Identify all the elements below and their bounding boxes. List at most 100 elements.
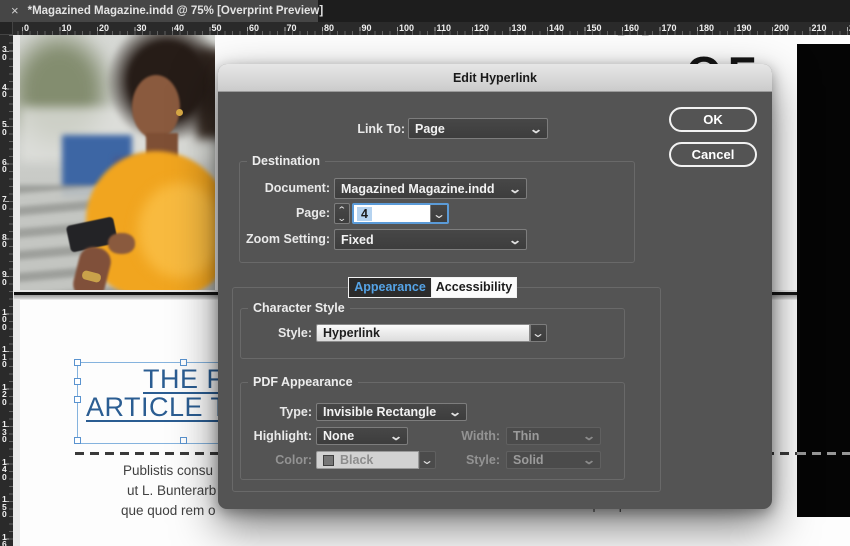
frame-handle-mid-left[interactable] [74,396,81,403]
width-label: Width: [461,429,500,443]
color-dropdown-button: ⌄ [419,451,436,469]
tab-appearance[interactable]: Appearance [349,278,431,297]
style-dropdown-button[interactable]: ⌄ [530,324,547,342]
document-tab[interactable]: × *Magazined Magazine.indd @ 75% [Overpr… [0,0,323,22]
pdf-appearance-group-label: PDF Appearance [248,375,358,389]
color-swatch-icon [323,454,334,466]
frame-handle-top-left[interactable] [74,359,81,366]
ruler-h-label: 110 [436,23,452,33]
frame-handle-top-mid[interactable] [180,359,187,366]
ruler-v-label: 3 0 [2,44,7,62]
zoom-setting-value: Fixed [341,232,374,247]
page-label: Page: [295,206,330,220]
ruler-h-label: 210 [811,23,827,33]
zoom-setting-label: Zoom Setting: [245,232,330,246]
photo-shirt-highlight [138,183,215,278]
chevron-down-icon: ⌄ [581,453,597,467]
link-to-dropdown[interactable]: Page ⌄ [408,118,548,139]
ruler-h-label: 70 [286,23,297,33]
stroke-style-value: Solid [513,453,544,467]
page-input-selected-text: 4 [357,206,372,221]
chevron-down-icon: ⌄ [528,121,544,136]
ruler-h-label: 190 [736,23,752,33]
type-label: Type: [279,405,312,419]
body-text-line: ut L. Bunterarb [127,483,217,498]
chevron-down-icon: ⌄ [388,429,404,443]
document-label: Document: [264,181,330,195]
ruler-v-label: 1 1 0 [2,344,7,369]
ruler-v-label: 7 0 [2,194,7,212]
color-dropdown: Black [316,451,419,469]
ruler-v-label: 1 5 0 [2,494,7,519]
ruler-vertical: 3 0 4 0 5 0 6 0 7 0 8 0 9 0 1 0 0 1 1 0 1 2 0 1 3 … [0,35,13,546]
highlight-value: None [323,429,355,443]
style-dropdown[interactable]: Hyperlink [316,324,530,342]
ruler-h-label: 40 [174,23,185,33]
ruler-h-label: 140 [549,23,565,33]
page-stepper[interactable]: ⌃ ⌄ [334,203,350,224]
ruler-v-label: 1 2 0 [2,381,7,407]
chevron-down-icon: ⌄ [431,206,447,221]
stroke-style-label: Style: [465,453,500,467]
ruler-h-label: 0 [24,23,30,33]
ruler-h-label: 60 [249,23,260,33]
page-input[interactable]: 4 [354,205,430,222]
frame-handle-bottom-mid[interactable] [180,437,187,444]
frame-handle-bottom-left[interactable] [74,437,81,444]
ruler-v-label: 1 6 0 [2,531,7,546]
ruler-v-label: 8 0 [2,231,7,249]
ruler-h-label: 80 [324,23,335,33]
magazine-photo [20,35,215,290]
photo-earring [176,109,183,116]
type-dropdown[interactable]: Invisible Rectangle ⌄ [316,403,467,421]
ok-button[interactable]: OK [669,107,757,132]
ruler-v-label: 5 0 [2,119,7,137]
ruler-h-label: 10 [61,23,72,33]
tab-accessibility[interactable]: Accessibility [431,278,516,297]
color-value: Black [340,453,374,467]
document-dropdown[interactable]: Magazined Magazine.indd ⌄ [334,178,527,199]
window-titlebar: × *Magazined Magazine.indd @ 75% [Overpr… [0,0,850,22]
photo-hand [108,233,135,254]
cancel-button[interactable]: Cancel [669,142,757,167]
destination-group-label: Destination [247,154,326,168]
highlight-dropdown[interactable]: None ⌄ [316,427,408,445]
page-dropdown-button[interactable]: ⌄ [430,205,447,222]
tab-bar: Appearance Accessibility [348,277,517,298]
style-label: Style: [277,326,312,340]
ruler-h-label: 20 [99,23,110,33]
chevron-down-icon: ⌄ [447,405,463,419]
application-window: TABLE OF THE F ARTICLE T Publistis consu… [0,0,850,546]
dashed-rule-right [797,452,850,455]
chevron-down-icon: ⌄ [420,453,435,467]
ruler-h-label: 120 [474,23,490,33]
close-icon[interactable]: × [11,0,19,22]
ruler-v-label: 6 0 [2,156,7,174]
ruler-h-label: 130 [511,23,527,33]
stroke-style-dropdown: Solid ⌄ [506,451,601,469]
ruler-v-label: 1 4 0 [2,456,7,482]
ruler-h-label: 170 [661,23,677,33]
ruler-h-label: 180 [699,23,715,33]
photo-face [132,75,180,139]
stepper-down-icon: ⌄ [337,212,347,223]
body-text-line: que quod rem o [121,503,216,518]
link-to-value: Page [415,121,445,136]
width-value: Thin [513,429,540,443]
ruler-v-label: 9 0 [2,269,7,287]
frame-handle-in-port[interactable] [74,378,81,385]
ruler-horizontal: 0 10 20 30 40 50 60 70 80 90 100 110 120 130 140 150 160… [13,22,850,35]
document-title: *Magazined Magazine.indd @ 75% [Overprin… [27,5,324,17]
body-text-line: Publistis consu [123,463,214,478]
chevron-down-icon: ⌄ [581,429,597,443]
ruler-v-label: 1 3 0 [2,419,7,444]
ruler-h-label: 160 [624,23,640,33]
ruler-h-label: 200 [774,23,790,33]
ruler-h-label: 90 [361,23,372,33]
dialog-title[interactable]: Edit Hyperlink [218,64,772,92]
ruler-origin-corner[interactable] [0,22,13,35]
character-style-group-label: Character Style [248,301,350,315]
highlight-label: Highlight: [253,429,312,443]
zoom-setting-dropdown[interactable]: Fixed ⌄ [334,229,527,250]
ruler-v-label: 1 0 0 [2,306,7,332]
